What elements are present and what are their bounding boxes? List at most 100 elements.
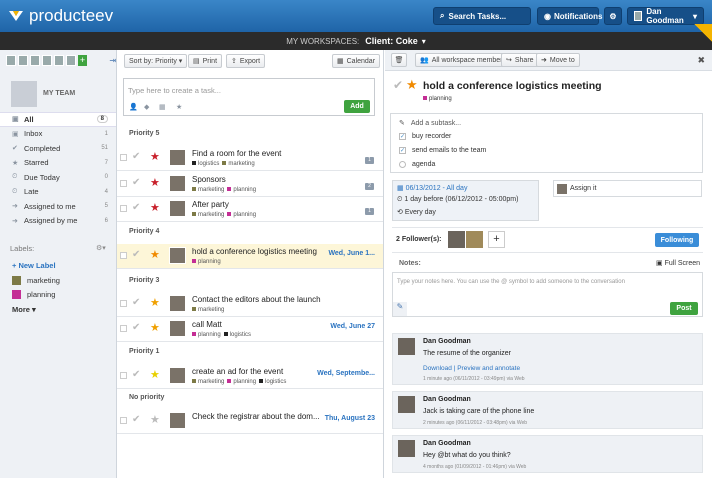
avatar[interactable] <box>169 412 186 429</box>
check-icon[interactable]: ✔ <box>132 177 140 188</box>
task-row[interactable]: ✔ ★ Find a room for the event logistics mark… <box>117 146 383 171</box>
task-tag[interactable]: planning <box>423 96 452 102</box>
tag-planning[interactable]: planning <box>227 212 256 218</box>
task-checkbox[interactable] <box>120 205 127 212</box>
sidebar-item-late[interactable]: ⏲ Late 4 <box>0 185 116 200</box>
star-icon[interactable]: ★ <box>150 413 160 426</box>
check-icon[interactable]: ✔ <box>132 151 140 162</box>
tag-icon[interactable]: ◆ <box>144 103 149 111</box>
avatar[interactable] <box>169 247 186 264</box>
task-title[interactable]: create an ad for the event <box>192 367 283 376</box>
add-subtask-input[interactable]: ✎ Add a subtask... <box>399 119 461 128</box>
tag-planning[interactable]: planning <box>192 332 221 338</box>
task-title[interactable]: Contact the editors about the launch <box>192 295 321 304</box>
delete-button[interactable]: 🗑 <box>391 53 407 67</box>
sidebar-item-assigned-to-me[interactable]: ➜ Assigned to me 5 <box>0 199 116 214</box>
task-checkbox[interactable] <box>120 300 127 307</box>
label-marketing[interactable]: marketing <box>12 276 60 285</box>
star-icon[interactable]: ★ <box>176 103 182 111</box>
avatar[interactable] <box>169 367 186 384</box>
move-to-button[interactable]: ➜ Move to <box>536 53 580 67</box>
labels-settings-icon[interactable]: ⚙▾ <box>96 244 106 252</box>
task-title[interactable]: Find a room for the event <box>192 149 281 158</box>
comment-count-badge[interactable]: 2 <box>365 183 374 190</box>
assign-button[interactable]: Assign it <box>553 180 702 197</box>
tag-planning[interactable]: planning <box>192 259 221 265</box>
task-title[interactable]: hold a conference logistics meeting <box>192 247 317 256</box>
checkbox[interactable] <box>399 161 406 168</box>
sidebar-item-starred[interactable]: ★ Starred 7 <box>0 156 116 171</box>
settings-button[interactable]: ⚙ <box>604 7 622 25</box>
tag-marketing[interactable]: marketing <box>192 187 224 193</box>
user-menu-button[interactable]: Dan Goodman ▾ <box>627 7 704 25</box>
check-icon[interactable]: ✔ <box>132 297 140 308</box>
avatar[interactable] <box>65 54 76 66</box>
calendar-button[interactable]: ▦ Calendar <box>332 54 381 68</box>
subtask-item[interactable]: ✓ buy recorder <box>399 133 451 140</box>
task-checkbox[interactable] <box>120 372 127 379</box>
tag-marketing[interactable]: marketing <box>192 212 224 218</box>
tag-logistics[interactable]: logistics <box>259 379 286 385</box>
sort-dropdown[interactable]: Sort by: Priority ▾ <box>124 54 188 68</box>
new-label-button[interactable]: + New Label <box>12 261 56 270</box>
team-icon[interactable] <box>6 54 16 66</box>
star-icon[interactable]: ★ <box>150 296 160 309</box>
task-row[interactable]: ✔ ★ call Matt planning logistics Wed, June 27 <box>117 317 383 342</box>
task-title[interactable]: Check the registrar about the dom... <box>192 412 320 421</box>
tag-marketing[interactable]: marketing <box>222 161 254 167</box>
avatar[interactable] <box>53 54 64 66</box>
all-members-button[interactable]: 👥 All workspace members <box>415 53 512 67</box>
sidebar-item-due-today[interactable]: ⏲ Due Today 0 <box>0 170 116 185</box>
download-link[interactable]: Download | Preview and annotate <box>423 365 520 372</box>
sidebar-item-inbox[interactable]: ▣ Inbox 1 <box>0 127 116 142</box>
comment-author[interactable]: Dan Goodman <box>423 338 471 345</box>
star-icon[interactable]: ★ <box>150 368 160 381</box>
check-icon[interactable]: ✔ <box>132 369 140 380</box>
tag-marketing[interactable]: marketing <box>192 379 224 385</box>
task-row[interactable]: ✔ ★ Sponsors marketing planning 2 <box>117 172 383 197</box>
comment-count-badge[interactable]: 1 <box>365 157 374 164</box>
task-title[interactable]: Sponsors <box>192 175 226 184</box>
avatar[interactable] <box>29 54 40 66</box>
star-icon[interactable]: ★ <box>150 176 160 189</box>
add-member-icon[interactable]: + <box>77 54 88 66</box>
add-task-button[interactable]: Add <box>344 100 370 113</box>
task-checkbox[interactable] <box>120 325 127 332</box>
subtask-item[interactable]: ✓ send emails to the team <box>399 147 486 154</box>
task-row[interactable]: ✔ ★ hold a conference logistics meeting pla… <box>117 244 383 269</box>
sidebar-item-completed[interactable]: ✔ Completed 51 <box>0 141 116 156</box>
subtask-item[interactable]: agenda <box>399 161 435 168</box>
new-task-box[interactable]: Type here to create a task... 👤 ◆ ▦ ★ Ad… <box>123 78 375 116</box>
sidebar-item-assigned-by-me[interactable]: ➜ Assigned by me 6 <box>0 214 116 229</box>
comment-author[interactable]: Dan Goodman <box>423 396 471 403</box>
check-icon[interactable]: ✔ <box>393 78 403 92</box>
star-icon[interactable]: ★ <box>150 248 160 261</box>
check-icon[interactable]: ✔ <box>132 249 140 260</box>
check-icon[interactable]: ✔ <box>132 414 140 425</box>
workspace-selector[interactable]: Client: Coke <box>365 36 418 46</box>
check-icon[interactable]: ✔ <box>132 322 140 333</box>
following-button[interactable]: Following <box>655 233 699 247</box>
tag-planning[interactable]: planning <box>227 379 256 385</box>
team-avatar[interactable] <box>11 81 37 107</box>
search-tasks-button[interactable]: ⌕ Search Tasks... <box>433 7 531 25</box>
avatar[interactable] <box>169 200 186 217</box>
notifications-button[interactable]: ◉ Notifications <box>537 7 602 25</box>
follower-avatar[interactable] <box>466 231 483 248</box>
check-icon[interactable]: ✔ <box>132 202 140 213</box>
close-icon[interactable]: ✖ <box>697 55 705 66</box>
star-icon[interactable]: ★ <box>150 201 160 214</box>
avatar[interactable] <box>169 320 186 337</box>
task-checkbox[interactable] <box>120 252 127 259</box>
task-row[interactable]: ✔ ★ create an ad for the event marketing pla… <box>117 364 383 389</box>
share-button[interactable]: ↪ Share <box>501 53 539 67</box>
task-row[interactable]: ✔ ★ Check the registrar about the dom... Th… <box>117 409 383 434</box>
new-task-input[interactable]: Type here to create a task... <box>128 86 221 95</box>
sidebar-item-all[interactable]: ▣ All 8 <box>0 112 116 127</box>
tag-marketing[interactable]: marketing <box>192 307 224 313</box>
note-input[interactable]: Type your notes here. You can use the @ … <box>392 272 703 317</box>
chevron-down-icon[interactable]: ▾ <box>422 37 426 46</box>
tag-planning[interactable]: planning <box>227 187 256 193</box>
task-checkbox[interactable] <box>120 417 127 424</box>
task-checkbox[interactable] <box>120 180 127 187</box>
